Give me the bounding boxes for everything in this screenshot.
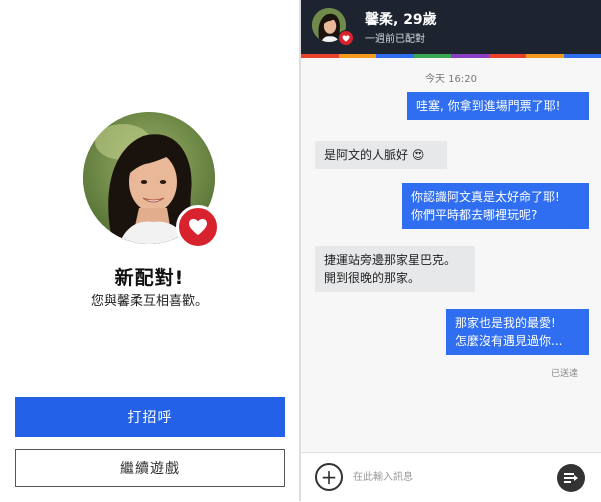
- color-strip-segment: [526, 54, 564, 58]
- chat-screen: 馨柔, 29歲 一週前已配對 今天 16:20 哇塞, 你拿到進場門票了耶! 是…: [301, 0, 601, 501]
- match-title: 新配對!: [0, 263, 299, 290]
- message-bubble: 你認識阿文真是太好命了耶! 你們平時都去哪裡玩呢?: [402, 183, 589, 229]
- message-text: 你認識阿文真是太好命了耶!: [411, 188, 580, 206]
- match-screen: 新配對! 您與馨柔互相喜歡。 打招呼 繼續遊戲: [0, 0, 299, 501]
- color-strip-segment: [376, 54, 414, 58]
- chat-partner-name: 馨柔, 29歲: [365, 9, 437, 29]
- message-text: 那家也是我的最愛!: [455, 314, 580, 332]
- plus-icon[interactable]: +: [315, 463, 343, 491]
- read-receipt: 已送達: [551, 366, 578, 379]
- color-strip: [301, 54, 601, 58]
- header-heart-icon: [338, 30, 354, 46]
- color-strip-segment: [301, 54, 339, 58]
- color-strip-segment: [451, 54, 489, 58]
- message-bubble: 哇塞, 你拿到進場門票了耶!: [407, 92, 589, 120]
- message-text: 哇塞, 你拿到進場門票了耶!: [416, 97, 580, 115]
- message-bubble: 是阿文的人脈好 😍: [315, 141, 447, 169]
- chat-header: 馨柔, 29歲 一週前已配對: [301, 0, 601, 54]
- color-strip-segment: [564, 54, 601, 58]
- message-bubble: 捷運站旁邊那家星巴克。 開到很晚的那家。: [315, 246, 475, 292]
- color-strip-segment: [339, 54, 377, 58]
- message-text: 怎麼沒有遇見過你...: [455, 332, 580, 350]
- keep-playing-button[interactable]: 繼續遊戲: [15, 449, 285, 487]
- send-icon[interactable]: [557, 464, 585, 492]
- message-text: 開到很晚的那家。: [324, 269, 466, 287]
- message-text: 你們平時都去哪裡玩呢?: [411, 206, 580, 224]
- message-input[interactable]: [353, 467, 543, 487]
- match-subtitle: 您與馨柔互相喜歡。: [0, 290, 299, 309]
- match-status: 一週前已配對: [365, 30, 425, 45]
- color-strip-segment: [489, 54, 527, 58]
- color-strip-segment: [414, 54, 452, 58]
- message-composer: +: [301, 452, 601, 502]
- say-hello-button[interactable]: 打招呼: [15, 397, 285, 437]
- match-avatar: [83, 112, 215, 244]
- message-text: 是阿文的人脈好 😍: [324, 146, 438, 164]
- message-bubble: 那家也是我的最愛! 怎麼沒有遇見過你...: [446, 309, 589, 355]
- message-text: 捷運站旁邊那家星巴克。: [324, 251, 466, 269]
- heart-badge-icon: [176, 205, 220, 249]
- chat-timestamp: 今天 16:20: [301, 70, 601, 85]
